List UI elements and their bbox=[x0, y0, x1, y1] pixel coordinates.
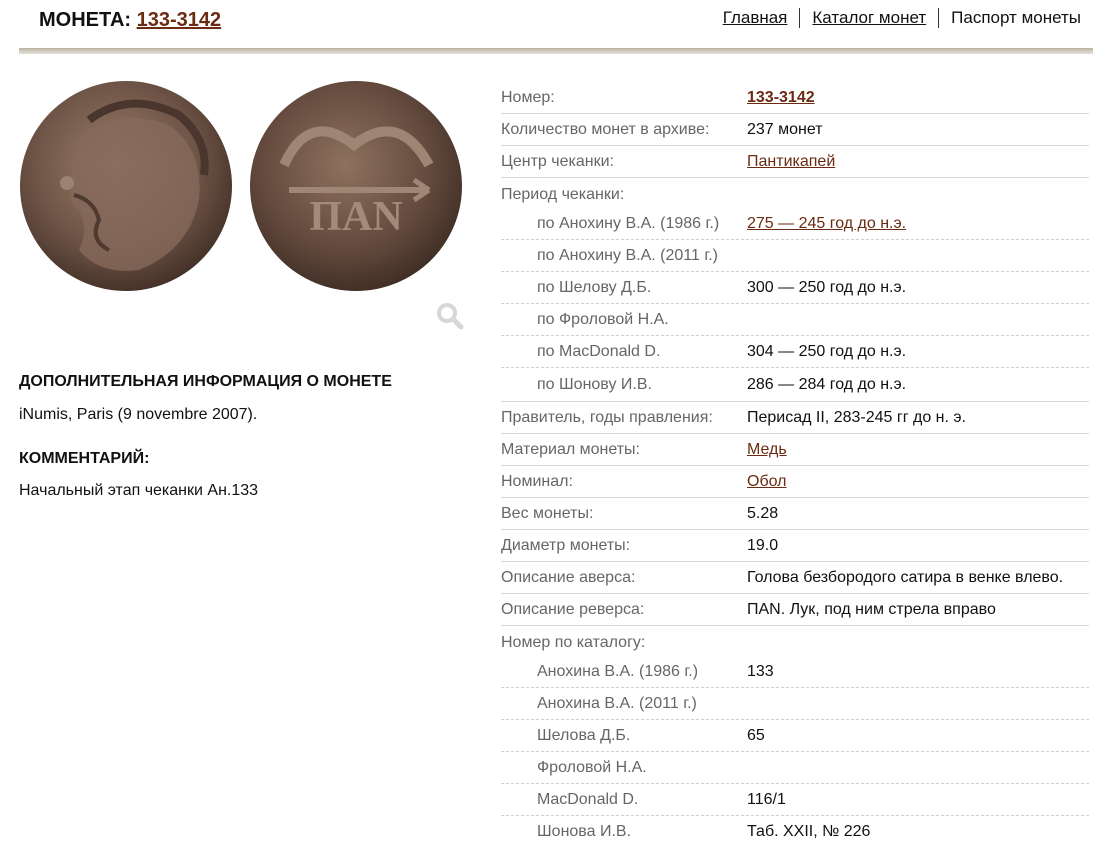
info-row-count: Количество монет в архиве: 237 монет bbox=[501, 114, 1089, 146]
coin-id-link[interactable]: 133-3142 bbox=[137, 9, 222, 31]
catalog-source-label: Шелова Д.Б. bbox=[537, 726, 631, 744]
page-title: МОНЕТА: 133-3142 bbox=[39, 9, 221, 32]
period-row: по Фроловой Н.А. bbox=[501, 304, 1089, 336]
info-label: Центр чеканки: bbox=[501, 152, 614, 170]
info-row-material: Материал монеты: Медь bbox=[501, 434, 1089, 466]
period-row: по Анохину В.А. (2011 г.) bbox=[501, 240, 1089, 272]
period-source-label: по Анохину В.А. (1986 г.) bbox=[537, 214, 720, 232]
period-row: по Анохину В.А. (1986 г.) 275 — 245 год … bbox=[501, 208, 1089, 240]
period-source-label: по MacDonald D. bbox=[537, 342, 661, 360]
comment-title: КОММЕНТАРИЙ: bbox=[19, 450, 150, 467]
catalog-value: 133 bbox=[747, 662, 774, 680]
reverse-legend: ΠΑΝ bbox=[309, 194, 402, 240]
info-label: Описание реверса: bbox=[501, 600, 645, 618]
coin-number-link[interactable]: 133-3142 bbox=[747, 89, 815, 106]
info-row-reverse: Описание реверса: ПАN. Лук, под ним стре… bbox=[501, 594, 1089, 626]
material-link[interactable]: Медь bbox=[747, 441, 787, 458]
period-value: 286 — 284 год до н.э. bbox=[747, 375, 907, 393]
catalog-row: Анохина В.А. (2011 г.) bbox=[501, 688, 1089, 720]
info-value: 19.0 bbox=[747, 536, 779, 554]
catalog-source-label: MacDonald D. bbox=[537, 790, 639, 808]
info-row-nominal: Номинал: Обол bbox=[501, 466, 1089, 498]
catalog-row: Шелова Д.Б. 65 bbox=[501, 720, 1089, 752]
mint-link[interactable]: Пантикапей bbox=[747, 153, 835, 170]
comment-text: Начальный этап чеканки Ан.133 bbox=[19, 482, 259, 499]
extra-info-title: ДОПОЛНИТЕЛЬНАЯ ИНФОРМАЦИЯ О МОНЕТЕ bbox=[19, 373, 392, 390]
catalog-row: Шонова И.В. Таб. XXII, № 226 bbox=[501, 816, 1089, 847]
info-label: Диаметр монеты: bbox=[501, 536, 631, 554]
info-label: Правитель, годы правления: bbox=[501, 408, 713, 426]
magnifier-icon[interactable] bbox=[436, 302, 464, 330]
nav-current-page: Паспорт монеты bbox=[938, 8, 1093, 28]
period-source-label: по Анохину В.А. (2011 г.) bbox=[537, 246, 718, 264]
info-row-diameter: Диаметр монеты: 19.0 bbox=[501, 530, 1089, 562]
period-source-label: по Фроловой Н.А. bbox=[537, 310, 669, 328]
catalog-row: Анохина В.А. (1986 г.) 133 bbox=[501, 656, 1089, 688]
info-value: Перисад II, 283-245 гг до н. э. bbox=[747, 408, 966, 426]
nav-home-link[interactable]: Главная bbox=[723, 8, 788, 27]
nominal-link[interactable]: Обол bbox=[747, 473, 787, 490]
coin-reverse-image[interactable]: ΠΑΝ bbox=[249, 80, 463, 292]
info-label: Вес монеты: bbox=[501, 504, 594, 522]
header-divider bbox=[19, 48, 1093, 54]
info-label: Номинал: bbox=[501, 472, 573, 490]
period-link[interactable]: 275 — 245 год до н.э. bbox=[747, 215, 906, 232]
catalog-source-label: Фроловой Н.А. bbox=[537, 758, 647, 776]
period-source-label: по Шонову И.В. bbox=[537, 375, 652, 393]
nav-catalog-link[interactable]: Каталог монет bbox=[812, 8, 926, 27]
top-nav: Главная Каталог монет Паспорт монеты bbox=[711, 8, 1093, 28]
period-row: по MacDonald D. 304 — 250 год до н.э. bbox=[501, 336, 1089, 368]
catalog-value: 116/1 bbox=[747, 790, 786, 808]
info-label: Номер: bbox=[501, 88, 555, 106]
info-row-mint: Центр чеканки: Пантикапей bbox=[501, 146, 1089, 178]
info-label: Период чеканки: bbox=[501, 186, 625, 203]
info-value: 237 монет bbox=[747, 120, 823, 138]
period-value: 300 — 250 год до н.э. bbox=[747, 278, 907, 296]
catalog-value: Таб. XXII, № 226 bbox=[747, 822, 871, 840]
page-title-prefix: МОНЕТА: bbox=[39, 9, 132, 31]
catalog-row: Фроловой Н.А. bbox=[501, 752, 1089, 784]
catalog-source-label: Анохина В.А. (2011 г.) bbox=[537, 694, 697, 712]
catalog-value: 65 bbox=[747, 726, 765, 744]
info-row-weight: Вес монеты: 5.28 bbox=[501, 498, 1089, 530]
period-row: по Шелову Д.Б. 300 — 250 год до н.э. bbox=[501, 272, 1089, 304]
info-label: Номер по каталогу: bbox=[501, 634, 646, 651]
catalog-source-label: Шонова И.В. bbox=[537, 822, 632, 840]
period-row: по Шонову И.В. 286 — 284 год до н.э. bbox=[501, 368, 1089, 402]
info-row-number: Номер: 133-3142 bbox=[501, 82, 1089, 114]
info-value: 5.28 bbox=[747, 504, 779, 522]
info-row-period-header: Период чеканки: bbox=[501, 178, 1089, 208]
info-row-catalog-header: Номер по каталогу: bbox=[501, 626, 1089, 656]
info-label: Количество монет в архиве: bbox=[501, 120, 710, 138]
catalog-source-label: Анохина В.А. (1986 г.) bbox=[537, 662, 699, 680]
info-label: Описание аверса: bbox=[501, 568, 636, 586]
catalog-row: MacDonald D. 116/1 bbox=[501, 784, 1089, 816]
coin-info-table: Номер: 133-3142 Количество монет в архив… bbox=[501, 82, 1089, 847]
extra-info-text: iNumis, Paris (9 novembre 2007). bbox=[19, 406, 258, 423]
info-row-ruler: Правитель, годы правления: Перисад II, 2… bbox=[501, 402, 1089, 434]
period-source-label: по Шелову Д.Б. bbox=[537, 278, 652, 296]
info-row-obverse: Описание аверса: Голова безбородого сати… bbox=[501, 562, 1089, 594]
info-value: Голова безбородого сатира в венке влево. bbox=[747, 568, 1064, 586]
coin-obverse-image[interactable] bbox=[19, 80, 233, 292]
info-label: Материал монеты: bbox=[501, 440, 640, 458]
info-value: ПАN. Лук, под ним стрела вправо bbox=[747, 600, 996, 618]
period-value: 304 — 250 год до н.э. bbox=[747, 342, 907, 360]
